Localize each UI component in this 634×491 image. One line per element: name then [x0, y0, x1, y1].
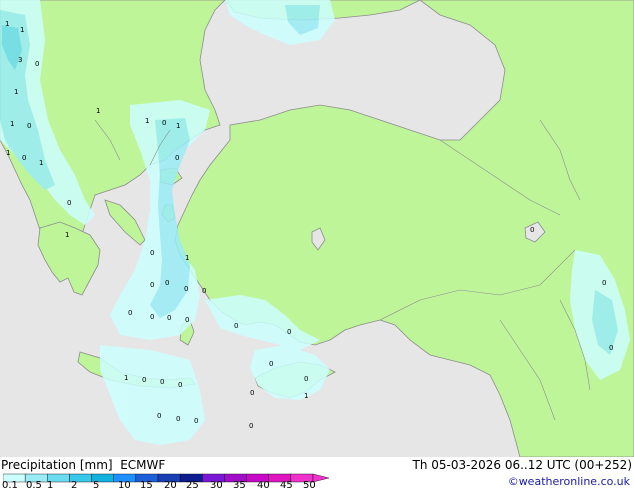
precip-marker: 0	[35, 60, 39, 68]
legend-model: ECMWF	[120, 458, 166, 472]
precip-marker: 0	[202, 287, 206, 295]
precip-marker: 0	[128, 309, 132, 317]
precip-marker: 0	[530, 226, 534, 234]
colorbar-tick-label: 20	[164, 480, 177, 491]
precip-marker: 0	[250, 389, 254, 397]
precip-marker: 1	[20, 26, 24, 34]
credit-link[interactable]: ©weatheronline.co.uk	[508, 476, 630, 488]
precip-marker: 0	[67, 199, 71, 207]
precip-marker: 0	[249, 422, 253, 430]
colorbar-tick-label: 1	[47, 480, 54, 491]
legend-bar: Precipitation [mm] ECMWF Th 05-03-2026 0…	[0, 457, 634, 491]
precip-marker: 0	[269, 360, 273, 368]
legend-title: Precipitation [mm] ECMWF	[1, 459, 165, 471]
run-info: Th 05-03-2026 06..12 UTC (00+252)	[412, 458, 632, 472]
precip-marker: 1	[10, 120, 14, 128]
precip-marker: 1	[5, 20, 9, 28]
precip-marker: 1	[39, 159, 43, 167]
precip-marker: 0	[162, 119, 166, 127]
precip-marker: 0	[165, 279, 169, 287]
precip-marker: 0	[287, 328, 291, 336]
colorbar-tick-label: 30	[210, 480, 223, 491]
precip-marker: 1	[96, 107, 100, 115]
precip-marker: 0	[150, 249, 154, 257]
colorbar-tick-label: 5	[93, 480, 100, 491]
precip-marker: 0	[157, 412, 161, 420]
colorbar-tick-label: 0.1	[2, 480, 18, 491]
precip-marker: 1	[14, 88, 18, 96]
precip-marker: 1	[124, 374, 128, 382]
colorbar-tick-label: 10	[118, 480, 131, 491]
precip-marker: 1	[176, 122, 180, 130]
precip-marker: 0	[184, 285, 188, 293]
precip-marker: 1	[185, 254, 189, 262]
precip-marker: 0	[176, 415, 180, 423]
precip-marker: 0	[185, 316, 189, 324]
precip-marker: 0	[609, 344, 613, 352]
precip-marker: 0	[150, 313, 154, 321]
precip-marker: 0	[167, 314, 171, 322]
precip-marker: 0	[602, 279, 606, 287]
precip-marker: 0	[27, 122, 31, 130]
precip-marker: 0	[178, 381, 182, 389]
precip-marker: 0	[304, 375, 308, 383]
precip-marker: 1	[6, 149, 10, 157]
colorbar-tick-label: 25	[186, 480, 199, 491]
colorbar-tick-label: 2	[71, 480, 78, 491]
precip-marker: 0	[194, 417, 198, 425]
colorbar-tick-label: 50	[303, 480, 316, 491]
colorbar-tick-label: 40	[257, 480, 270, 491]
precipitation-map: 1 1 3 0 1 1 0 0 1 1 0 1 1 1 0 1 0 0 1 0 0 0 0 0 0 0 0 0 0 1 0 0 0 1 0 0 0 0 0 0…	[0, 0, 634, 457]
colorbar-tick-label: 35	[233, 480, 246, 491]
precip-marker: 0	[175, 154, 179, 162]
precip-marker: 1	[304, 392, 308, 400]
colorbar-tick-label: 0.5	[26, 480, 42, 491]
precip-marker: 0	[234, 322, 238, 330]
colorbar-tick-label: 15	[140, 480, 153, 491]
precip-marker: 1	[65, 231, 69, 239]
colorbar-tick-label: 45	[280, 480, 293, 491]
map-frame: 1130110011011101001000000000010001000000…	[0, 0, 634, 491]
precip-marker: 0	[22, 154, 26, 162]
legend-title-text: Precipitation [mm]	[1, 458, 113, 472]
precip-marker: 0	[142, 376, 146, 384]
precip-marker: 3	[18, 56, 22, 64]
precip-marker: 0	[150, 281, 154, 289]
precip-marker: 0	[160, 378, 164, 386]
precip-marker: 1	[145, 117, 149, 125]
